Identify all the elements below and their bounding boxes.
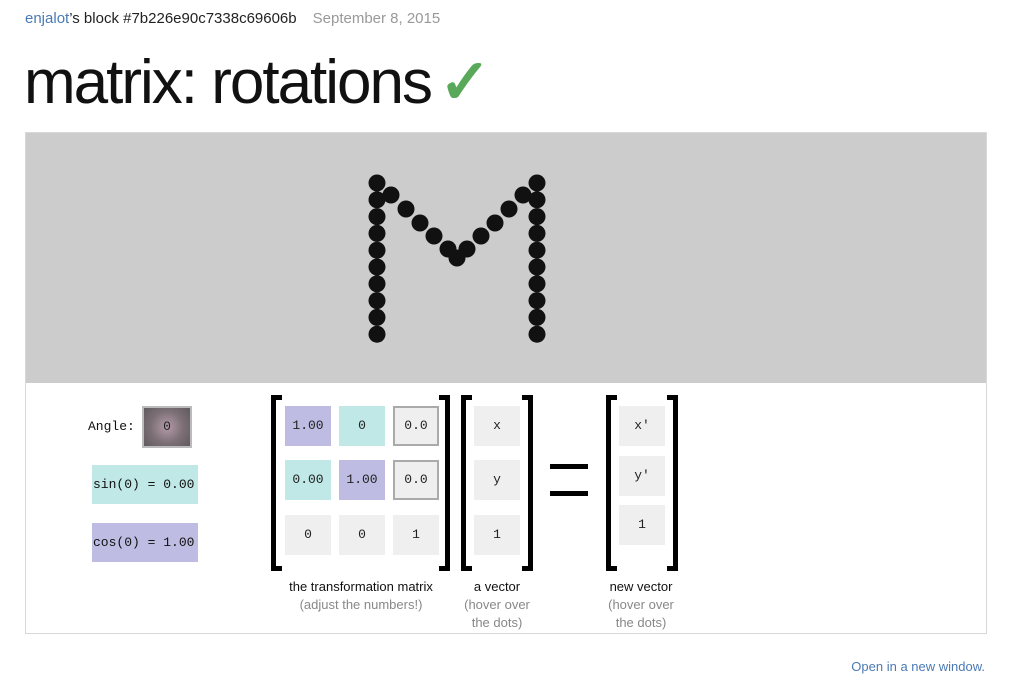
vector-caption-sub-1: (hover over [464, 597, 530, 612]
dot-point[interactable] [528, 275, 546, 293]
dot-point[interactable] [528, 325, 546, 343]
matrix-cell-ty-input[interactable]: 0.0 [393, 460, 439, 500]
dot-point[interactable] [500, 200, 518, 218]
new-vector-caption-sub-1: (hover over [608, 597, 674, 612]
checkmark-icon: ✓ [439, 48, 491, 117]
angle-label: Angle: [88, 419, 135, 434]
dot-point[interactable] [368, 241, 386, 259]
dot-point[interactable] [528, 241, 546, 259]
user-link[interactable]: enjalot [25, 10, 69, 27]
dot-point[interactable] [528, 174, 546, 192]
dot-point[interactable] [528, 292, 546, 310]
equals-bar-top [550, 464, 588, 469]
new-vector-caption-title: new vector [609, 579, 673, 594]
dots-canvas [26, 133, 986, 383]
angle-input[interactable]: 0 [142, 406, 192, 448]
dot-point[interactable] [397, 200, 415, 218]
block-frame: Angle: 0 sin(0) = 0.00 cos(0) = 1.00 1.0… [25, 132, 987, 634]
dot-point[interactable] [528, 308, 546, 326]
vector-caption: a vector (hover over the dots) [452, 578, 542, 632]
matrix-caption-sub: (adjust the numbers!) [299, 597, 423, 612]
dot-point[interactable] [528, 224, 546, 242]
matrix-cell-d[interactable]: 1.00 [339, 460, 385, 500]
new-vector-cell-1: 1 [619, 505, 665, 545]
matrix-cell-a[interactable]: 1.00 [285, 406, 331, 446]
dot-point[interactable] [368, 275, 386, 293]
vector-cell-y: y [474, 460, 520, 500]
dot-point[interactable] [368, 325, 386, 343]
matrix-cell-h: 0 [339, 515, 385, 555]
matrix-right-bracket [439, 395, 450, 571]
block-id: ’s block #7b226e90c7338c69606b [69, 10, 297, 27]
sin-readout: sin(0) = 0.00 [92, 465, 198, 504]
vector-caption-sub-2: the dots) [471, 615, 523, 630]
new-vector-caption-sub-2: the dots) [615, 615, 667, 630]
vector-left-bracket [461, 395, 472, 571]
dot-point[interactable] [514, 186, 532, 204]
matrix-cell-tx-input[interactable]: 0.0 [393, 406, 439, 446]
dot-point[interactable] [368, 308, 386, 326]
dot-point[interactable] [528, 208, 546, 226]
dot-point[interactable] [448, 249, 466, 267]
block-header: enjalot’s block #7b226e90c7338c69606b Sep… [25, 10, 440, 27]
new-vector-cell-x: x' [619, 406, 665, 446]
vector-caption-title: a vector [473, 579, 521, 594]
matrix-caption-title: the transformation matrix [289, 579, 433, 594]
dot-point[interactable] [368, 174, 386, 192]
matrix-left-bracket [271, 395, 282, 571]
new-vector-cell-y: y' [619, 456, 665, 496]
equals-bar-bottom [550, 491, 588, 496]
block-date: September 8, 2015 [312, 10, 441, 27]
dot-point[interactable] [368, 258, 386, 276]
dot-point[interactable] [425, 227, 443, 245]
dot-point[interactable] [368, 224, 386, 242]
dot-point[interactable] [382, 186, 400, 204]
matrix-cell-i: 1 [393, 515, 439, 555]
open-new-window-link[interactable]: Open in a new window. [851, 659, 985, 674]
dot-point[interactable] [472, 227, 490, 245]
vector-cell-1: 1 [474, 515, 520, 555]
page-title-text: matrix: rotations [24, 48, 433, 117]
matrix-caption: the transformation matrix (adjust the nu… [276, 578, 446, 614]
matrix-cell-c[interactable]: 0.00 [285, 460, 331, 500]
dot-point[interactable] [411, 214, 429, 232]
vector-cell-x: x [474, 406, 520, 446]
dot-point[interactable] [486, 214, 504, 232]
new-vector-caption: new vector (hover over the dots) [596, 578, 686, 632]
matrix-cell-g: 0 [285, 515, 331, 555]
dot-point[interactable] [368, 292, 386, 310]
page-title: matrix: rotations ✓ [24, 52, 491, 114]
dot-point[interactable] [528, 258, 546, 276]
new-vector-right-bracket [667, 395, 678, 571]
dots-svg [368, 174, 546, 343]
matrix-cell-b[interactable]: 0 [339, 406, 385, 446]
vector-right-bracket [522, 395, 533, 571]
dot-point[interactable] [368, 208, 386, 226]
new-vector-left-bracket [606, 395, 617, 571]
cos-readout: cos(0) = 1.00 [92, 523, 198, 562]
